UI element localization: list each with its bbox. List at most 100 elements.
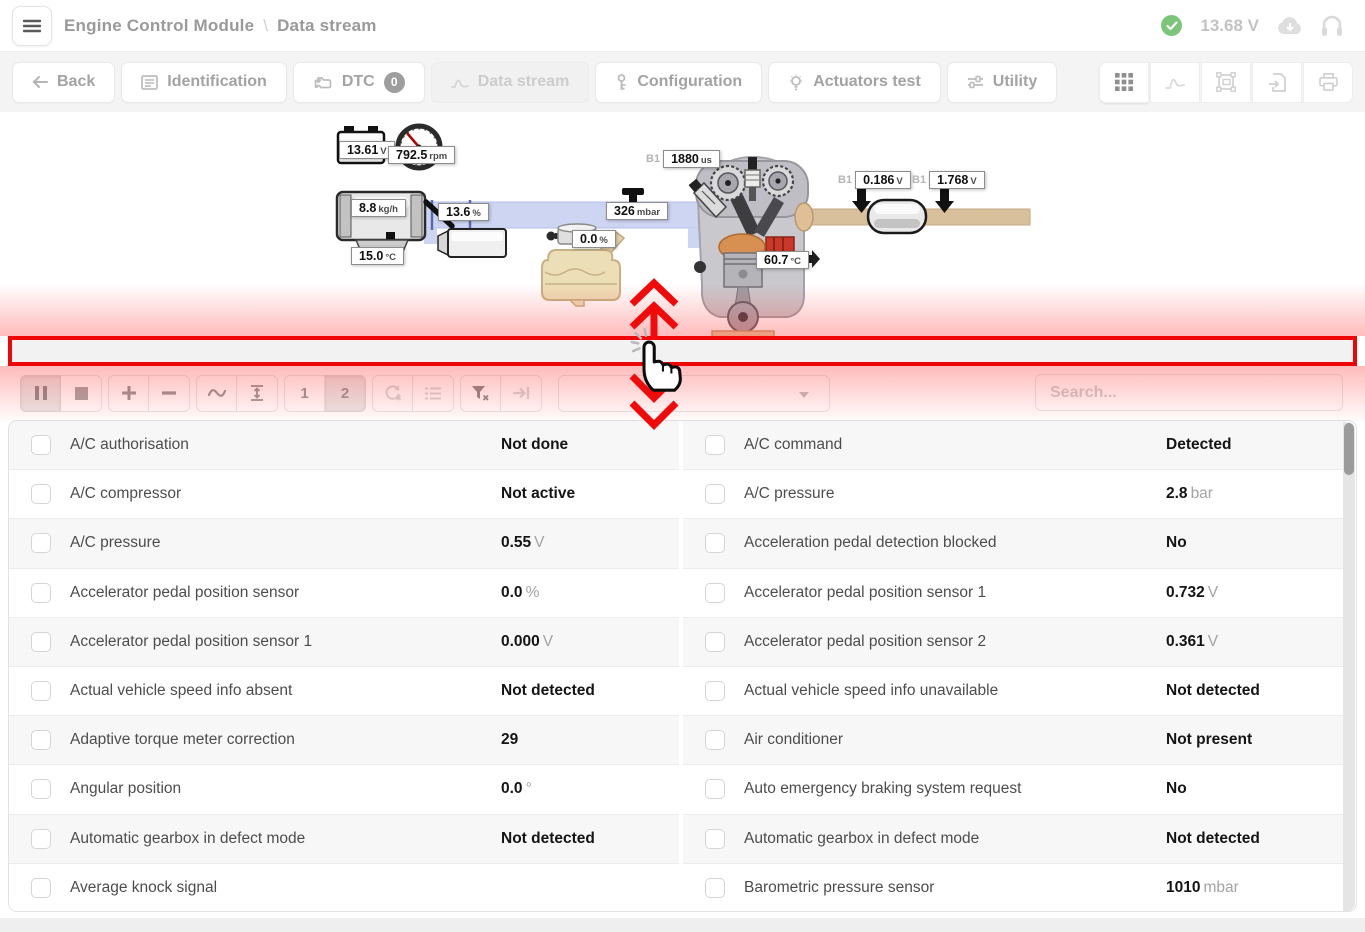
row-height-button[interactable] bbox=[237, 375, 278, 412]
engine-speed-label: 792.5rpm bbox=[388, 146, 455, 164]
row-checkbox[interactable] bbox=[705, 681, 725, 701]
remove-button[interactable] bbox=[149, 375, 190, 412]
value: 13.6 bbox=[446, 205, 470, 219]
row-checkbox[interactable] bbox=[31, 730, 51, 750]
group-select-dropdown[interactable] bbox=[558, 375, 830, 412]
view-mode-buttons bbox=[1099, 62, 1353, 103]
tab-utility[interactable]: Utility bbox=[947, 62, 1057, 103]
value: 0.361 bbox=[1166, 633, 1205, 650]
pause-button[interactable] bbox=[20, 375, 61, 412]
row-checkbox[interactable] bbox=[31, 484, 51, 504]
parameter-name: Auto emergency braking system request bbox=[744, 780, 1166, 798]
table-row: Accelerator pedal position sensor 10.000… bbox=[9, 618, 679, 667]
chart-curve-icon bbox=[1165, 75, 1185, 90]
stop-icon bbox=[75, 387, 88, 400]
document-list-icon bbox=[141, 75, 158, 90]
row-checkbox[interactable] bbox=[31, 583, 51, 603]
row-checkbox[interactable] bbox=[31, 681, 51, 701]
battery-voltage-status: 13.68 V bbox=[1200, 16, 1259, 36]
value: Detected bbox=[1166, 436, 1231, 453]
value: No bbox=[1166, 780, 1187, 797]
headset-icon[interactable] bbox=[1321, 14, 1343, 38]
breadcrumb: Engine Control Module \ Data stream bbox=[64, 16, 377, 36]
unit: V bbox=[1208, 633, 1218, 650]
table-row: Air conditionerNot present bbox=[683, 716, 1344, 765]
tab-data-stream: Data stream bbox=[431, 62, 590, 103]
fit-screen-button[interactable] bbox=[1201, 62, 1251, 103]
parameter-name: Angular position bbox=[70, 780, 501, 798]
add-button[interactable] bbox=[108, 375, 149, 412]
unit: % bbox=[526, 584, 540, 601]
o2-upstream-label: B1 0.186V bbox=[838, 171, 911, 189]
printer-icon bbox=[1319, 73, 1338, 91]
air-flow-label: 8.8kg/h bbox=[351, 199, 406, 217]
export-button[interactable] bbox=[1252, 62, 1302, 103]
value: 0.0 bbox=[580, 232, 597, 246]
scrollbar-thumb[interactable] bbox=[1344, 423, 1354, 475]
one-column-button[interactable]: 1 bbox=[284, 375, 325, 412]
parameter-name: Actual vehicle speed info unavailable bbox=[744, 682, 1166, 700]
clear-filter-button[interactable] bbox=[460, 375, 501, 412]
row-checkbox[interactable] bbox=[705, 583, 725, 603]
tab-configuration[interactable]: Configuration bbox=[595, 62, 762, 103]
table-row: Angular position0.0° bbox=[9, 765, 679, 814]
parameter-value: 0.361V bbox=[1166, 633, 1344, 651]
value: 0.186 bbox=[863, 173, 894, 187]
parameter-name: Accelerator pedal position sensor 1 bbox=[70, 633, 501, 651]
stop-button[interactable] bbox=[61, 375, 102, 412]
row-checkbox[interactable] bbox=[31, 878, 51, 898]
row-checkbox[interactable] bbox=[31, 435, 51, 455]
two-columns-button[interactable]: 2 bbox=[325, 375, 366, 412]
breadcrumb-module: Engine Control Module bbox=[64, 16, 254, 35]
row-checkbox[interactable] bbox=[705, 829, 725, 849]
cloud-download-icon[interactable] bbox=[1277, 16, 1303, 35]
row-checkbox[interactable] bbox=[705, 632, 725, 652]
engine-diagram: 13.61V 792.5rpm 8.8kg/h 15.0°C 13.6% 326… bbox=[0, 112, 1365, 336]
unit: V bbox=[380, 146, 386, 157]
value: 13.61 bbox=[347, 143, 378, 157]
row-checkbox[interactable] bbox=[31, 779, 51, 799]
unit: bar bbox=[1191, 485, 1213, 502]
parameter-name: Average knock signal bbox=[70, 879, 501, 897]
waveform-icon bbox=[451, 76, 469, 89]
parameter-value: Not detected bbox=[1166, 830, 1344, 848]
catalytic-converter-icon bbox=[868, 200, 926, 233]
parameter-value: No bbox=[1166, 780, 1344, 798]
tab-dtc[interactable]: DTC 0 bbox=[293, 62, 425, 103]
hamburger-menu-button[interactable] bbox=[12, 6, 52, 46]
tab-back[interactable]: Back bbox=[12, 62, 115, 103]
row-height-icon bbox=[249, 385, 265, 401]
row-checkbox[interactable] bbox=[705, 779, 725, 799]
tab-actuators-test[interactable]: Actuators test bbox=[768, 62, 941, 103]
export-document-icon bbox=[1269, 73, 1286, 92]
row-checkbox[interactable] bbox=[31, 533, 51, 553]
row-checkbox[interactable] bbox=[31, 632, 51, 652]
chart-view-button[interactable] bbox=[1150, 62, 1200, 103]
select-list-button bbox=[413, 375, 454, 412]
bank-tag: B1 bbox=[838, 174, 852, 186]
table-scrollbar[interactable] bbox=[1343, 422, 1355, 911]
one-column-label: 1 bbox=[300, 385, 308, 402]
two-columns-label: 2 bbox=[341, 385, 349, 402]
parameter-table: A/C authorisationNot done A/C compressor… bbox=[8, 420, 1357, 912]
value: 0.000 bbox=[501, 633, 540, 650]
search-input[interactable] bbox=[1035, 374, 1343, 411]
parameter-value: 2.8bar bbox=[1166, 485, 1344, 503]
row-checkbox[interactable] bbox=[705, 435, 725, 455]
row-checkbox[interactable] bbox=[705, 730, 725, 750]
unit: ° bbox=[526, 780, 532, 797]
filter-clear-icon bbox=[472, 386, 489, 401]
highlighted-splitter-bar[interactable] bbox=[8, 336, 1357, 366]
tab-identification[interactable]: Identification bbox=[121, 62, 287, 103]
row-checkbox[interactable] bbox=[705, 484, 725, 504]
tab-label: Back bbox=[57, 73, 95, 91]
value: 0.0 bbox=[501, 584, 523, 601]
grid-view-button[interactable] bbox=[1099, 62, 1149, 103]
value: 0.0 bbox=[501, 780, 523, 797]
row-checkbox[interactable] bbox=[705, 878, 725, 898]
row-checkbox[interactable] bbox=[705, 533, 725, 553]
print-button[interactable] bbox=[1303, 62, 1353, 103]
row-checkbox[interactable] bbox=[31, 829, 51, 849]
graph-mode-button[interactable] bbox=[196, 375, 237, 412]
unit: °C bbox=[385, 252, 396, 263]
